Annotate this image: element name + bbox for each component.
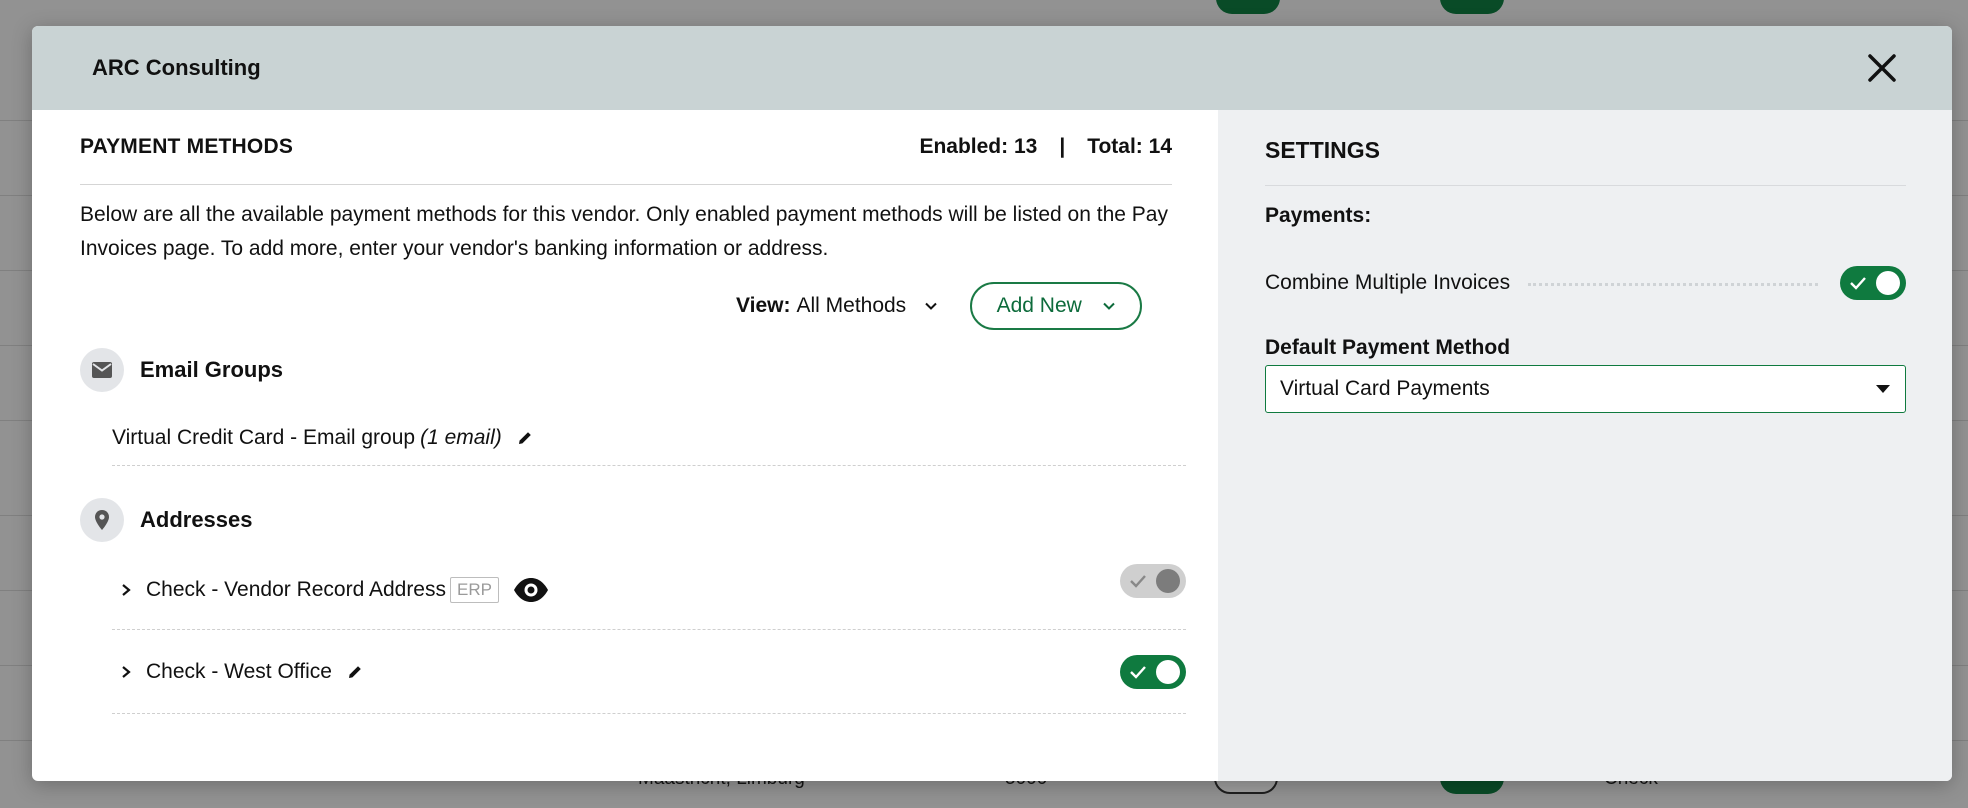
email-groups-section-header: Email Groups [80, 348, 283, 392]
default-payment-method-select[interactable]: Virtual Card Payments [1265, 365, 1906, 413]
close-icon [1868, 54, 1896, 82]
checkmark-icon [1130, 666, 1146, 679]
chevron-down-icon [1103, 302, 1115, 310]
combine-invoices-row: Combine Multiple Invoices [1265, 266, 1906, 300]
count-separator: | [1059, 135, 1066, 158]
erp-badge: ERP [450, 576, 499, 603]
payment-methods-counts: Enabled: 13 | Total: 14 [919, 135, 1172, 159]
email-group-item: Virtual Credit Card - Email group (1 ema… [112, 410, 1186, 466]
pencil-icon[interactable] [346, 663, 364, 681]
default-payment-method-label: Default Payment Method [1265, 336, 1511, 359]
checkmark-icon [1850, 277, 1866, 290]
total-count: Total: 14 [1087, 135, 1172, 158]
eye-icon[interactable] [513, 577, 549, 603]
payment-methods-header: PAYMENT METHODS Enabled: 13 | Total: 14 [80, 110, 1172, 185]
email-group-label: Virtual Credit Card - Email group [112, 425, 416, 449]
checkmark-icon [1130, 575, 1146, 588]
pencil-icon[interactable] [516, 429, 534, 447]
chevron-right-icon[interactable] [120, 664, 132, 680]
mail-icon [80, 348, 124, 392]
toggle-knob [1156, 569, 1180, 593]
caret-down-icon [1876, 385, 1890, 393]
settings-title: SETTINGS [1265, 110, 1906, 186]
modal-header: ARC Consulting [32, 26, 1952, 110]
location-pin-icon [80, 498, 124, 542]
email-group-count: (1 email) [420, 425, 502, 449]
add-new-button[interactable]: Add New [970, 282, 1143, 330]
payment-methods-description: Below are all the available payment meth… [80, 203, 1168, 260]
address-enable-toggle[interactable] [1120, 655, 1186, 689]
modal-body: PAYMENT METHODS Enabled: 13 | Total: 14 Be… [32, 110, 1952, 781]
add-new-label: Add New [996, 294, 1082, 317]
combine-invoices-toggle[interactable] [1840, 266, 1906, 300]
modal-title: ARC Consulting [92, 55, 261, 80]
chevron-down-icon [925, 302, 937, 310]
addresses-section-header: Addresses [80, 498, 253, 542]
addresses-title: Addresses [140, 507, 253, 532]
view-value: All Methods [796, 294, 907, 317]
view-label: View: [736, 294, 791, 317]
toggle-knob [1156, 660, 1180, 684]
view-controls: View: All Methods Add New [736, 282, 1143, 330]
address-label: Check - West Office [146, 659, 332, 683]
vendor-payment-modal: ARC Consulting PAYMENT METHODS Enabled: … [32, 26, 1952, 781]
settings-panel: SETTINGS Payments: Combine Multiple Invo… [1218, 110, 1952, 781]
close-button[interactable] [1862, 48, 1902, 88]
payment-methods-title: PAYMENT METHODS [80, 135, 294, 158]
address-item[interactable]: Check - Vendor Record Address ERP [112, 550, 1186, 630]
address-label: Check - Vendor Record Address [146, 577, 446, 601]
address-enable-toggle[interactable] [1120, 564, 1186, 598]
default-payment-method-value: Virtual Card Payments [1280, 377, 1490, 400]
address-item[interactable]: Check - West Office [112, 630, 1186, 714]
dotted-leader [1528, 282, 1818, 286]
enabled-count: Enabled: 13 [919, 135, 1038, 158]
toggle-knob [1876, 271, 1900, 295]
payments-label: Payments: [1265, 204, 1372, 227]
view-filter-dropdown[interactable]: View: All Methods [736, 294, 938, 318]
combine-invoices-label: Combine Multiple Invoices [1265, 271, 1511, 294]
email-groups-title: Email Groups [140, 357, 284, 382]
chevron-right-icon[interactable] [120, 582, 132, 598]
payment-methods-panel: PAYMENT METHODS Enabled: 13 | Total: 14 Be… [32, 110, 1218, 781]
